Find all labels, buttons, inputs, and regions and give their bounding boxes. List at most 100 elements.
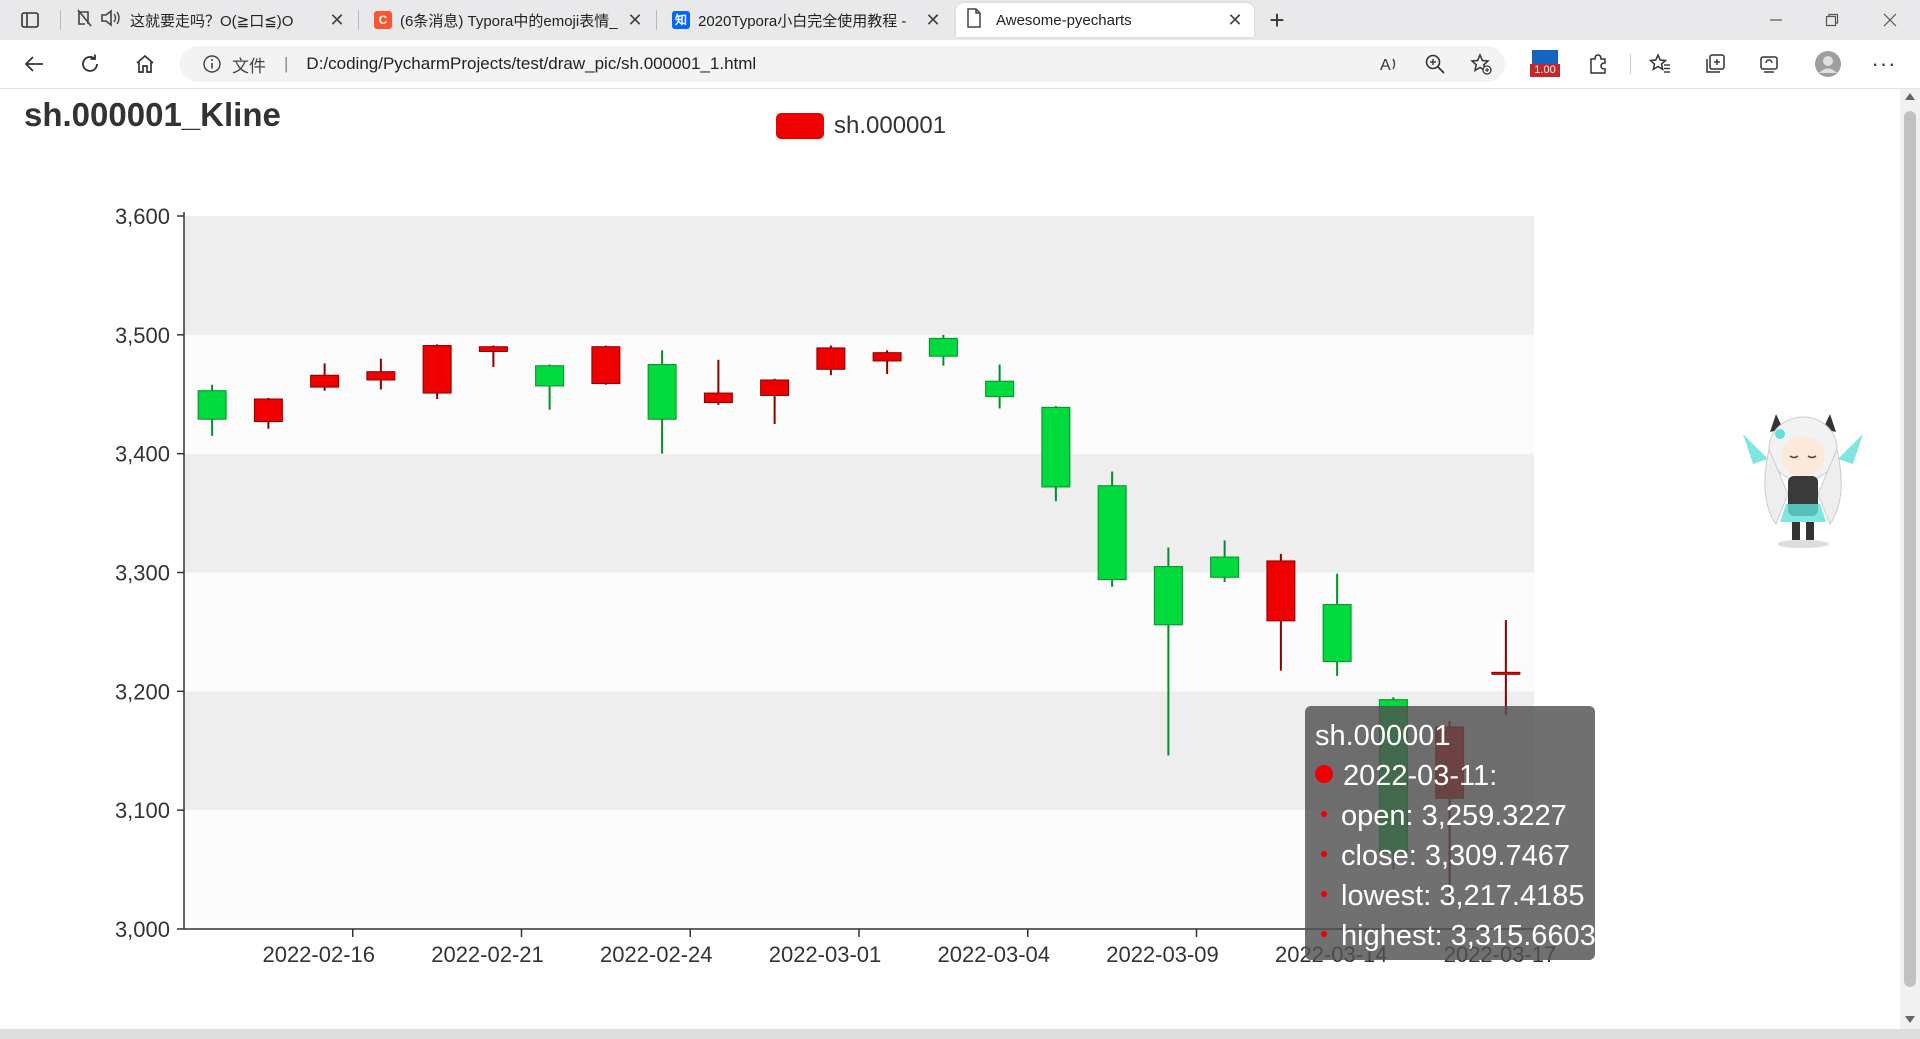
split-band — [184, 453, 1534, 573]
tab-1[interactable]: 这就要走吗？O(≧口≦)O ✕ — [66, 3, 356, 37]
document-page-icon — [966, 8, 982, 32]
browser-toolbar: 文件 | D:/coding/PycharmProjects/test/draw… — [0, 40, 1920, 89]
candle-body — [760, 379, 790, 396]
y-tick-label: 3,000 — [115, 917, 170, 942]
scrollbar-thumb[interactable] — [1904, 111, 1916, 987]
x-tick-label: 2022-02-16 — [262, 942, 375, 967]
new-tab-icon[interactable]: + — [1263, 5, 1291, 35]
y-tick-label: 3,400 — [115, 442, 170, 467]
add-favorite-icon[interactable] — [1467, 50, 1495, 78]
zoom-icon[interactable] — [1421, 50, 1449, 78]
candle-body — [1491, 671, 1521, 675]
candle — [422, 344, 452, 400]
candle — [1041, 406, 1071, 502]
candle-body — [816, 347, 846, 370]
series-color-dot — [1315, 765, 1333, 784]
tooltip-lowest: lowest: 3,217.4185 — [1341, 880, 1585, 912]
candle — [591, 345, 621, 385]
scroll-down-icon[interactable] — [1905, 1016, 1915, 1023]
candle-body — [1153, 566, 1183, 626]
tab-3[interactable]: 知 2020Typora小白完全使用教程 - ✕ — [662, 3, 952, 37]
close-tab-icon[interactable]: ✕ — [924, 10, 942, 31]
close-tab-icon[interactable]: ✕ — [328, 10, 346, 31]
horizontal-scrollbar[interactable] — [0, 1029, 1920, 1039]
sync-icon[interactable] — [1755, 50, 1783, 78]
legend-marker[interactable] — [776, 113, 824, 139]
candle-body — [703, 392, 733, 404]
candle-body — [647, 364, 677, 420]
profile-avatar-icon[interactable] — [1814, 50, 1842, 78]
x-tick-label: 2022-03-04 — [937, 942, 1050, 967]
candle-body — [1097, 485, 1127, 581]
tooltip-close: close: 3,309.7467 — [1341, 840, 1570, 872]
tooltip-highest: highest: 3,315.6603 — [1341, 920, 1596, 952]
candle-body — [928, 337, 958, 357]
security-label: 文件 — [232, 56, 266, 76]
candle-body — [1210, 556, 1240, 578]
candle — [1097, 471, 1127, 587]
zhihu-logo-icon: 知 — [672, 11, 690, 29]
y-tick-label: 3,200 — [115, 679, 170, 704]
restore-icon[interactable] — [1818, 6, 1846, 34]
candle-body — [1041, 406, 1071, 488]
tab-4-active[interactable]: Awesome-pyecharts ✕ — [956, 3, 1254, 37]
y-tick-label: 3,300 — [115, 561, 170, 586]
scroll-up-icon[interactable] — [1905, 93, 1915, 100]
candle-body — [197, 390, 227, 420]
back-arrow-icon[interactable] — [20, 50, 48, 78]
more-menu-icon[interactable]: ··· — [1870, 50, 1898, 78]
close-tab-icon[interactable]: ✕ — [1226, 10, 1244, 31]
svg-text:A: A — [1380, 57, 1391, 74]
y-tick-label: 3,600 — [115, 204, 170, 229]
extensions-puzzle-icon[interactable] — [1584, 50, 1612, 78]
favorites-icon[interactable] — [1646, 50, 1674, 78]
candle-body — [310, 374, 340, 388]
tooltip-open: open: 3,259.3227 — [1341, 800, 1567, 832]
tooltip-date: 2022-03-11: — [1343, 760, 1498, 792]
kline-chart: sh.000001_Kline sh.000001 3,000 3,100 3,20… — [24, 96, 1556, 967]
close-tab-icon[interactable]: ✕ — [626, 10, 644, 31]
browser-tab-bar: 这就要走吗？O(≧口≦)O ✕ C (6条消息) Typora中的emoji表情… — [0, 0, 1920, 41]
home-icon[interactable] — [131, 50, 159, 78]
csdn-c-logo-icon: C — [374, 11, 392, 29]
x-tick-label: 2022-02-24 — [600, 942, 713, 967]
vertical-scrollbar[interactable] — [1900, 89, 1920, 1029]
read-aloud-icon[interactable]: A — [1375, 50, 1403, 78]
candle-body — [872, 352, 902, 362]
legend-label[interactable]: sh.000001 — [834, 112, 946, 139]
y-tick-label: 3,500 — [115, 323, 170, 348]
x-tick-label: 2022-02-21 — [431, 942, 544, 967]
url-text[interactable]: D:/coding/PycharmProjects/test/draw_pic/… — [306, 54, 756, 74]
candle-body — [422, 345, 452, 394]
tab-actions-icon[interactable] — [16, 6, 44, 34]
muted-audio-page-icon — [76, 8, 122, 32]
refresh-icon[interactable] — [76, 50, 104, 78]
candle-body — [366, 371, 396, 381]
chart-title: sh.000001_Kline — [24, 96, 281, 133]
x-tick-label: 2022-03-01 — [769, 942, 882, 967]
close-window-icon[interactable] — [1876, 6, 1904, 34]
candle-body — [1266, 560, 1296, 622]
minimize-icon[interactable] — [1762, 6, 1790, 34]
tab-title: 这就要走吗？O(≧口≦)O — [130, 12, 294, 30]
chart-tooltip: sh.000001 2022-03-11: open: 3,259.3227 c… — [1305, 706, 1596, 960]
tab-title: (6条消息) Typora中的emoji表情_ — [400, 12, 618, 30]
anime-mascot-icon[interactable] — [1738, 404, 1868, 549]
tab-2[interactable]: C (6条消息) Typora中的emoji表情_ ✕ — [364, 3, 654, 37]
tab-title: 2020Typora小白完全使用教程 - — [698, 12, 907, 30]
candle-body — [591, 346, 621, 385]
candle-body — [253, 398, 283, 423]
info-icon[interactable] — [202, 54, 222, 74]
x-tick-label: 2022-03-09 — [1106, 942, 1219, 967]
y-tick-label: 3,100 — [115, 798, 170, 823]
candle-body — [535, 365, 565, 387]
tooltip-series: sh.000001 — [1315, 720, 1451, 752]
tab-title: Awesome-pyecharts — [996, 11, 1132, 29]
address-bar[interactable]: 文件 | D:/coding/PycharmProjects/test/draw… — [180, 46, 1505, 82]
split-band — [184, 216, 1534, 335]
candle-body — [985, 380, 1015, 398]
candle-body — [1322, 604, 1352, 663]
extension-badge-icon[interactable]: 1.00 — [1530, 50, 1560, 78]
collections-icon[interactable] — [1701, 50, 1729, 78]
split-band — [184, 334, 1534, 454]
